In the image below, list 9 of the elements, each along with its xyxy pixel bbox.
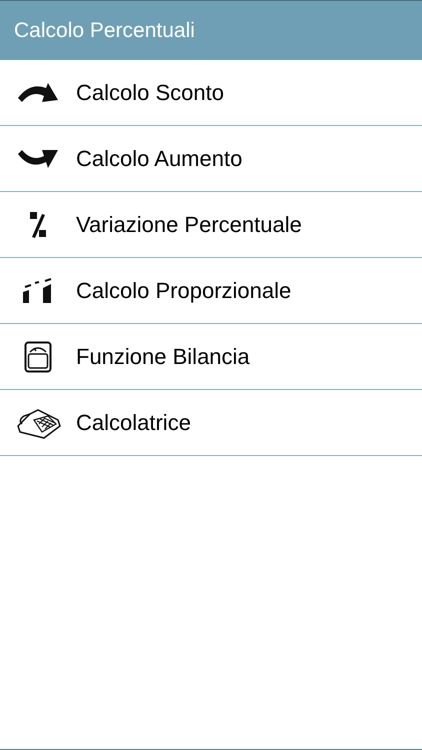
percent-icon — [28, 210, 48, 240]
menu-item[interactable]: Calcolo Aumento — [76, 142, 242, 175]
menu-item[interactable]: Variazione Percentuale — [76, 208, 302, 241]
menu-item[interactable]: Calcolatrice — [76, 406, 191, 439]
scale-icon — [24, 340, 52, 372]
menu-item[interactable]: Funzione Bilancia — [76, 340, 250, 373]
menu-item[interactable]: Calcolo Proporzionale — [76, 274, 292, 307]
app-title: Calcolo Percentuali — [14, 18, 195, 44]
menu-item[interactable]: Calcolo Sconto — [76, 76, 224, 109]
